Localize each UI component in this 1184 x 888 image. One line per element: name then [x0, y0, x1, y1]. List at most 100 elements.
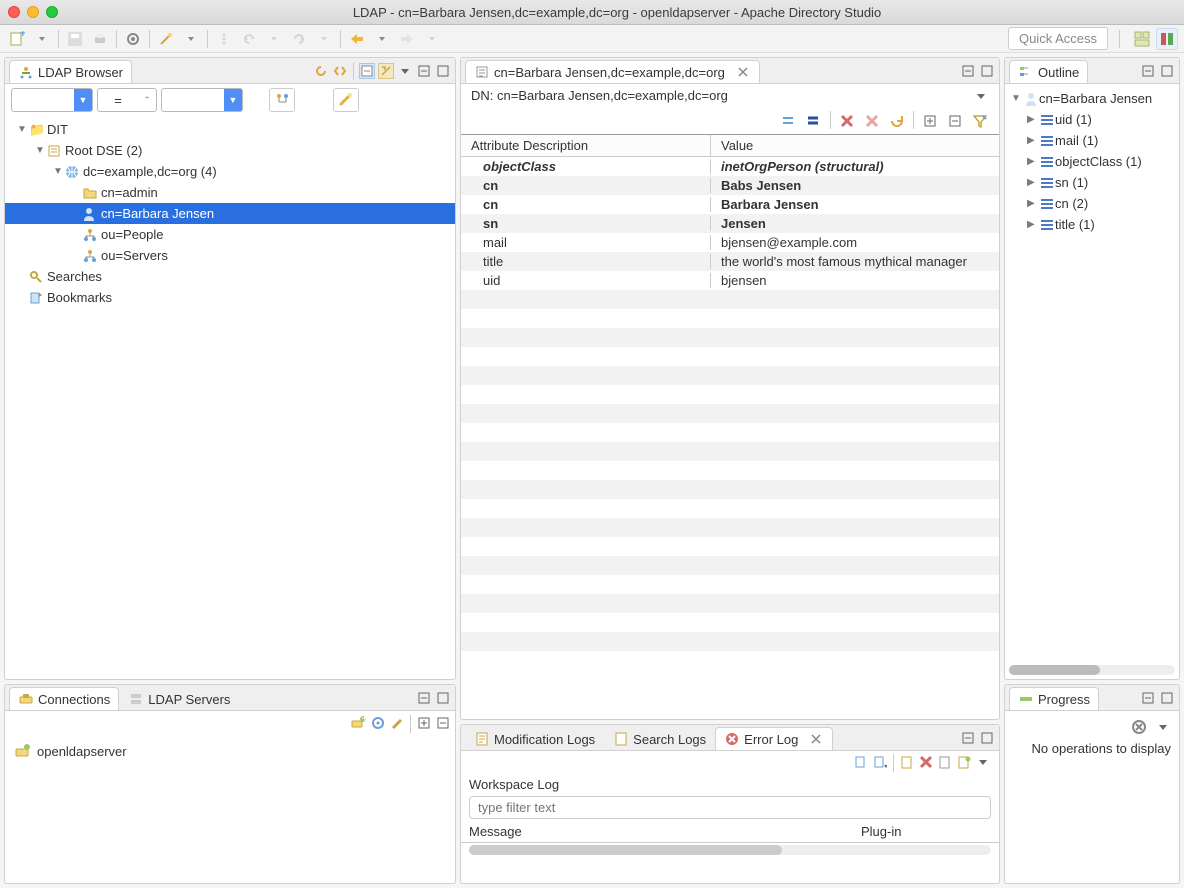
refresh-entry-icon[interactable]	[886, 111, 908, 131]
outline-item[interactable]: ▶cn (2)	[1005, 193, 1179, 214]
delete-log-icon[interactable]	[918, 754, 934, 770]
redo-dropdown-icon[interactable]	[313, 28, 335, 50]
open-connection-icon[interactable]	[370, 715, 386, 731]
nav-fwd-icon[interactable]	[396, 28, 418, 50]
quick-filter-icon[interactable]	[969, 111, 991, 131]
zoom-window-button[interactable]	[46, 6, 58, 18]
nav-fwd-dropdown-icon[interactable]	[421, 28, 443, 50]
new-dropdown-icon[interactable]	[31, 28, 53, 50]
ldap-tree[interactable]: ▼📁DIT ▼Root DSE (2) ▼dc=example,dc=org (…	[5, 116, 455, 679]
outline-item[interactable]: ▶title (1)	[1005, 214, 1179, 235]
attr-row[interactable]: uidbjensen	[461, 271, 999, 290]
save-icon[interactable]	[64, 28, 86, 50]
tree-searches[interactable]: Searches	[5, 266, 455, 287]
delete-pink-icon[interactable]	[861, 111, 883, 131]
view-menu-icon[interactable]	[397, 63, 413, 79]
connections-list[interactable]: openldapserver	[5, 737, 455, 883]
minimize-icon[interactable]	[960, 730, 976, 746]
import-log-icon[interactable]	[956, 754, 972, 770]
outline-tree[interactable]: ▼cn=Barbara Jensen ▶uid (1)▶mail (1)▶obj…	[1005, 84, 1179, 661]
outline-scrollbar[interactable]	[1009, 665, 1175, 675]
link-editor-icon[interactable]	[332, 63, 348, 79]
outline-item[interactable]: ▶mail (1)	[1005, 130, 1179, 151]
show-not-equal-icon[interactable]	[803, 111, 825, 131]
export-log-dropdown-icon[interactable]	[872, 754, 888, 770]
nav-back-icon[interactable]	[346, 28, 368, 50]
close-window-button[interactable]	[8, 6, 20, 18]
tree-cn-admin[interactable]: cn=admin	[5, 182, 455, 203]
ldap-servers-tab[interactable]: LDAP Servers	[119, 687, 239, 710]
col-plugin[interactable]: Plug-in	[861, 824, 991, 839]
div-icon[interactable]	[213, 28, 235, 50]
minimize-icon[interactable]	[1140, 63, 1156, 79]
filter-attr-combo[interactable]: ▼	[11, 88, 93, 112]
redo-icon[interactable]	[288, 28, 310, 50]
view-menu-icon[interactable]	[1155, 719, 1171, 735]
dn-menu-icon[interactable]	[973, 88, 989, 104]
collapse-all-icon[interactable]	[359, 63, 375, 79]
minimize-icon[interactable]	[416, 63, 432, 79]
connection-item[interactable]: openldapserver	[15, 741, 445, 761]
perspective-ldap-icon[interactable]	[1156, 28, 1178, 50]
col-message[interactable]: Message	[469, 824, 861, 839]
nav-back-dropdown-icon[interactable]	[371, 28, 393, 50]
close-tab-icon[interactable]	[808, 731, 824, 747]
editor-tab[interactable]: cn=Barbara Jensen,dc=example,dc=org	[465, 60, 760, 83]
col-attr-desc[interactable]: Attribute Description	[461, 135, 711, 156]
maximize-icon[interactable]	[435, 690, 451, 706]
open-log-icon[interactable]	[937, 754, 953, 770]
close-connection-icon[interactable]	[389, 715, 405, 731]
col-value[interactable]: Value	[711, 135, 999, 156]
close-tab-icon[interactable]	[735, 64, 751, 80]
maximize-icon[interactable]	[1159, 63, 1175, 79]
undo-dropdown-icon[interactable]	[263, 28, 285, 50]
attr-row[interactable]: mailbjensen@example.com	[461, 233, 999, 252]
filter-op-value[interactable]	[98, 89, 138, 111]
minimize-icon[interactable]	[1140, 690, 1156, 706]
minimize-window-button[interactable]	[27, 6, 39, 18]
error-log-tab[interactable]: Error Log	[715, 727, 833, 750]
undo-icon[interactable]	[238, 28, 260, 50]
maximize-icon[interactable]	[979, 730, 995, 746]
connections-tab[interactable]: Connections	[9, 687, 119, 710]
link-with-editor-icon[interactable]	[378, 63, 394, 79]
attr-row[interactable]: cnBarbara Jensen	[461, 195, 999, 214]
filter-attr-input[interactable]	[12, 89, 74, 111]
refresh-icon[interactable]	[313, 63, 329, 79]
maximize-icon[interactable]	[1159, 690, 1175, 706]
maximize-icon[interactable]	[435, 63, 451, 79]
tree-root-dse[interactable]: ▼Root DSE (2)	[5, 140, 455, 161]
progress-tab[interactable]: Progress	[1009, 687, 1099, 710]
stop-all-icon[interactable]	[1131, 719, 1147, 735]
outline-item[interactable]: ▶sn (1)	[1005, 172, 1179, 193]
attr-row[interactable]: objectClassinetOrgPerson (structural)	[461, 157, 999, 176]
perspective-open-icon[interactable]	[1131, 28, 1153, 50]
collapse-all-icon[interactable]	[435, 715, 451, 731]
ldap-browser-tab[interactable]: LDAP Browser	[9, 60, 132, 83]
tree-dit[interactable]: ▼📁DIT	[5, 119, 455, 140]
attr-row[interactable]: titlethe world's most famous mythical ma…	[461, 252, 999, 271]
show-equal-icon[interactable]	[778, 111, 800, 131]
quick-access-input[interactable]: Quick Access	[1008, 27, 1108, 50]
log-scrollbar[interactable]	[469, 845, 991, 855]
filter-run-button[interactable]	[269, 88, 295, 112]
outline-item[interactable]: ▶uid (1)	[1005, 109, 1179, 130]
view-menu-icon[interactable]	[975, 754, 991, 770]
expand-all-icon[interactable]	[416, 715, 432, 731]
minimize-icon[interactable]	[960, 63, 976, 79]
collapse-icon[interactable]	[944, 111, 966, 131]
outline-root[interactable]: ▼cn=Barbara Jensen	[1005, 88, 1179, 109]
tree-bookmarks[interactable]: Bookmarks	[5, 287, 455, 308]
tree-dc-example[interactable]: ▼dc=example,dc=org (4)	[5, 161, 455, 182]
tree-cn-barbara[interactable]: cn=Barbara Jensen	[5, 203, 455, 224]
filter-clear-button[interactable]	[333, 88, 359, 112]
filter-val-input[interactable]	[162, 89, 224, 111]
modification-logs-tab[interactable]: Modification Logs	[465, 727, 604, 750]
export-log-icon[interactable]	[853, 754, 869, 770]
attr-row[interactable]: snJensen	[461, 214, 999, 233]
wand-icon[interactable]	[155, 28, 177, 50]
expand-icon[interactable]	[919, 111, 941, 131]
filter-val-combo[interactable]: ▼	[161, 88, 243, 112]
outline-tab[interactable]: Outline	[1009, 60, 1088, 83]
minimize-icon[interactable]	[416, 690, 432, 706]
